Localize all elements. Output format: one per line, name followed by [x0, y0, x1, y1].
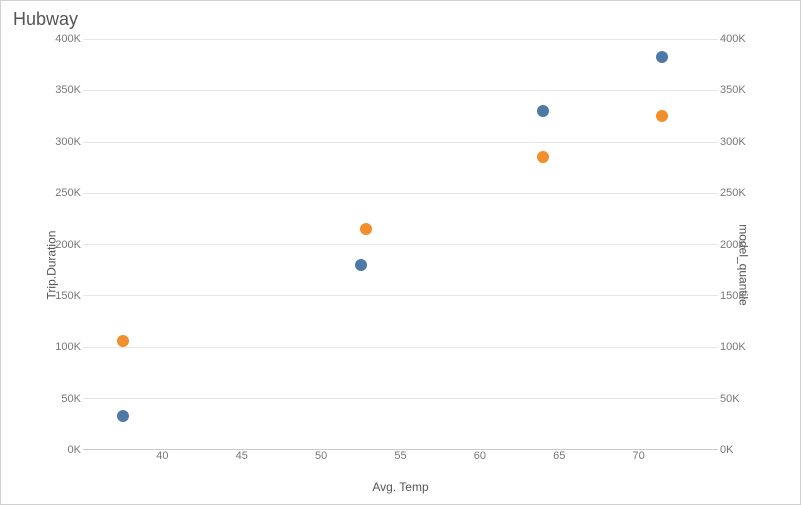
x-tick: 45 [236, 450, 248, 462]
data-point [355, 259, 367, 271]
gridline [83, 295, 718, 296]
plot-area [83, 39, 718, 450]
y-tick-left: 100K [49, 341, 81, 353]
data-point [117, 335, 129, 347]
y-tick-left: 50K [49, 393, 81, 405]
y-tick-right: 350K [720, 84, 752, 96]
x-axis-ticks: 40 45 50 55 60 65 70 [83, 450, 718, 466]
y-tick-left: 250K [49, 187, 81, 199]
gridline [83, 142, 718, 143]
x-tick: 60 [474, 450, 486, 462]
gridline [83, 193, 718, 194]
y-tick-left: 150K [49, 290, 81, 302]
y-tick-left: 400K [49, 33, 81, 45]
data-point [537, 151, 549, 163]
gridline [83, 347, 718, 348]
y-tick-right: 150K [720, 290, 752, 302]
y-tick-right: 100K [720, 341, 752, 353]
y-tick-right: 250K [720, 187, 752, 199]
gridline [83, 398, 718, 399]
data-point [117, 410, 129, 422]
x-tick: 70 [633, 450, 645, 462]
y-axis-left-ticks: 0K50K100K150K200K250K300K350K400K [49, 39, 81, 450]
chart-container: Trip.Duration model_quantile Avg. Temp 0… [31, 35, 770, 494]
y-tick-left: 0K [49, 444, 81, 456]
y-tick-left: 200K [49, 239, 81, 251]
y-axis-right-ticks: 0K50K100K150K200K250K300K350K400K [720, 39, 752, 450]
x-tick: 65 [553, 450, 565, 462]
x-tick: 40 [156, 450, 168, 462]
data-point [360, 223, 372, 235]
data-point [656, 51, 668, 63]
y-tick-right: 0K [720, 444, 752, 456]
data-point [656, 110, 668, 122]
x-tick: 50 [315, 450, 327, 462]
y-tick-left: 350K [49, 84, 81, 96]
x-tick: 55 [394, 450, 406, 462]
y-tick-right: 50K [720, 393, 752, 405]
gridline [83, 90, 718, 91]
data-point [537, 105, 549, 117]
gridline [83, 39, 718, 40]
y-tick-right: 400K [720, 33, 752, 45]
x-axis-label: Avg. Temp [372, 480, 428, 494]
y-tick-right: 200K [720, 239, 752, 251]
y-tick-right: 300K [720, 136, 752, 148]
gridline [83, 244, 718, 245]
y-tick-left: 300K [49, 136, 81, 148]
page-title: Hubway [1, 1, 800, 34]
